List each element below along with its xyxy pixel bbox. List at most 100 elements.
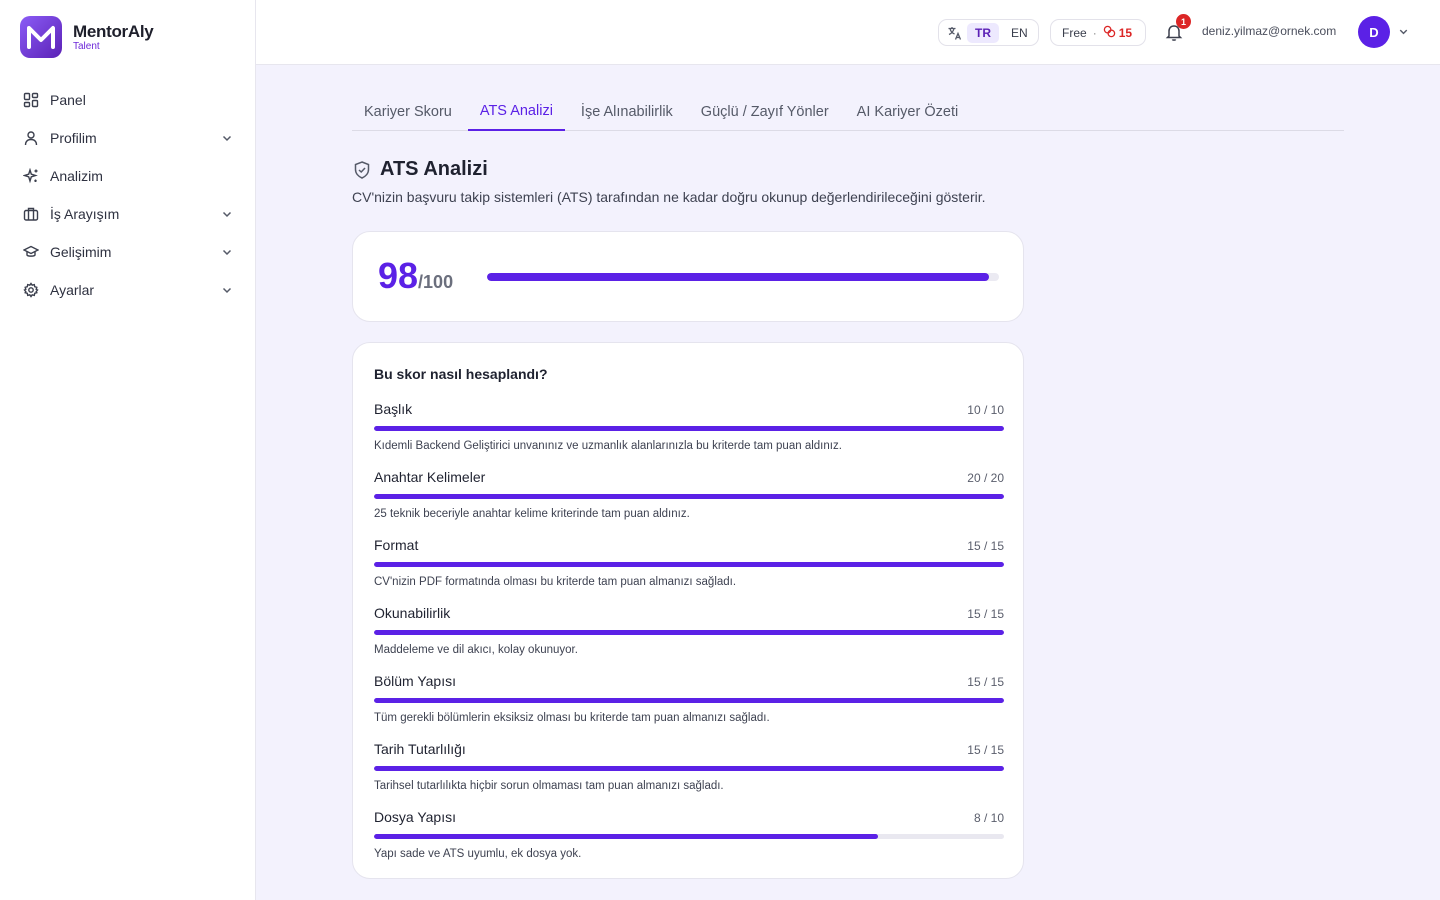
criterion-description: Tarihsel tutarlılıkta hiçbir sorun olmam… <box>374 780 724 792</box>
score-progress-bar <box>487 273 999 281</box>
criterion-progress-bar <box>374 698 1004 703</box>
chevron-down-icon[interactable] <box>1397 25 1410 38</box>
plan-label: Free <box>1062 25 1087 40</box>
criterion-score: 15 / 15 <box>967 607 1004 621</box>
tab-guclu-zayif-yonler[interactable]: Güçlü / Zayıf Yönler <box>689 92 841 131</box>
grid-icon <box>22 91 40 109</box>
score-max: /100 <box>418 272 454 292</box>
tab-ats-analizi[interactable]: ATS Analizi <box>467 92 565 131</box>
criterion-item: Format 15 / 15 CV'nizin PDF formatında ol… <box>374 537 1004 588</box>
criterion-score: 15 / 15 <box>967 743 1004 757</box>
credits-icon <box>1103 25 1116 41</box>
lang-en-button[interactable]: EN <box>1003 23 1036 43</box>
plan-badge[interactable]: Free · 15 <box>1050 19 1146 46</box>
ats-score: 98/100 <box>378 255 453 297</box>
page-title-row: ATS Analizi <box>352 158 488 181</box>
criterion-progress-fill <box>374 426 1004 431</box>
page-subtitle: CV'nizin başvuru takip sistemleri (ATS) … <box>352 189 986 205</box>
sidebar-item-is-arayisim[interactable]: İş Arayışım <box>12 195 244 233</box>
chevron-down-icon <box>220 131 234 145</box>
lang-tr-button[interactable]: TR <box>967 22 999 43</box>
criterion-description: Kıdemli Backend Geliştirici unvanınız ve… <box>374 440 842 452</box>
plan-separator: · <box>1092 25 1097 40</box>
criterion-progress-bar <box>374 426 1004 431</box>
criterion-progress-fill <box>374 494 1004 499</box>
criterion-score: 20 / 20 <box>967 471 1004 485</box>
sidebar-item-label: Profilim <box>50 130 97 146</box>
criterion-progress-fill <box>374 834 878 839</box>
score-breakdown-card: Bu skor nasıl hesaplandı? Başlık 10 / 10 … <box>352 342 1024 879</box>
criterion-item: Okunabilirlik 15 / 15 Maddeleme ve dil ak… <box>374 605 1004 656</box>
graduation-cap-icon <box>22 243 40 261</box>
criterion-name: Başlık <box>374 401 413 417</box>
page-title: ATS Analizi <box>380 158 488 180</box>
criterion-item: Dosya Yapısı 8 / 10 Yapı sade ve ATS uyum… <box>374 809 1004 860</box>
sidebar-item-gelisimim[interactable]: Gelişimim <box>12 233 244 271</box>
notification-badge: 1 <box>1176 14 1191 29</box>
user-email[interactable]: deniz.yilmaz@ornek.com <box>1202 24 1336 38</box>
criterion-name: Dosya Yapısı <box>374 809 456 825</box>
criterion-progress-fill <box>374 698 1004 703</box>
sidebar-item-label: Panel <box>50 92 86 108</box>
language-switcher: TR EN <box>938 19 1039 46</box>
criterion-description: Maddeleme ve dil akıcı, kolay okunuyor. <box>374 644 578 656</box>
criterion-name: Anahtar Kelimeler <box>374 469 486 485</box>
sidebar: MentorAly Talent Panel Profilim Analizim <box>0 0 256 900</box>
credits-count: 15 <box>1118 25 1133 40</box>
avatar[interactable]: D <box>1358 16 1390 48</box>
sidebar-item-panel[interactable]: Panel <box>12 81 244 119</box>
criterion-description: Yapı sade ve ATS uyumlu, ek dosya yok. <box>374 848 582 860</box>
criterion-progress-bar <box>374 494 1004 499</box>
logo-icon <box>20 16 62 58</box>
criterion-description: CV'nizin PDF formatında olması bu kriter… <box>374 576 737 588</box>
criterion-progress-bar <box>374 630 1004 635</box>
sidebar-item-ayarlar[interactable]: Ayarlar <box>12 271 244 309</box>
gear-icon <box>22 281 40 299</box>
criterion-progress-fill <box>374 630 1004 635</box>
chevron-down-icon <box>220 207 234 221</box>
criterion-name: Okunabilirlik <box>374 605 451 621</box>
sidebar-item-analizim[interactable]: Analizim <box>12 157 244 195</box>
score-value: 98 <box>378 255 419 296</box>
sidebar-item-label: Gelişimim <box>50 244 112 260</box>
chevron-down-icon <box>220 283 234 297</box>
criterion-score: 10 / 10 <box>967 403 1004 417</box>
score-progress-fill <box>487 273 989 281</box>
sidebar-item-label: İş Arayışım <box>50 206 120 222</box>
criterion-description: Tüm gerekli bölümlerin eksiksiz olması b… <box>374 712 770 724</box>
brand-name: MentorAly <box>73 21 154 41</box>
criterion-score: 15 / 15 <box>967 539 1004 553</box>
breakdown-title: Bu skor nasıl hesaplandı? <box>374 366 548 382</box>
translate-icon <box>947 25 963 41</box>
criterion-name: Tarih Tutarlılığı <box>374 741 466 757</box>
tab-ise-alinabilirlik[interactable]: İşe Alınabilirlik <box>569 92 685 131</box>
sidebar-nav: Panel Profilim Analizim İş Arayışım Geli… <box>12 81 244 309</box>
criterion-score: 8 / 10 <box>973 811 1004 825</box>
criterion-item: Bölüm Yapısı 15 / 15 Tüm gerekli bölümler… <box>374 673 1004 724</box>
criterion-progress-fill <box>374 766 1004 771</box>
tab-kariyer-skoru[interactable]: Kariyer Skoru <box>352 92 464 131</box>
sidebar-item-profilim[interactable]: Profilim <box>12 119 244 157</box>
criterion-description: 25 teknik beceriyle anahtar kelime krite… <box>374 508 690 520</box>
sidebar-item-label: Analizim <box>50 168 103 184</box>
criterion-item: Tarih Tutarlılığı 15 / 15 Tarihsel tutarl… <box>374 741 1004 792</box>
chevron-down-icon <box>220 245 234 259</box>
criterion-progress-fill <box>374 562 1004 567</box>
user-icon <box>22 129 40 147</box>
criterion-item: Başlık 10 / 10 Kıdemli Backend Geliştiric… <box>374 401 1004 452</box>
criterion-score: 15 / 15 <box>967 675 1004 689</box>
sparkle-icon <box>22 167 40 185</box>
brand[interactable]: MentorAly Talent <box>20 16 154 58</box>
criterion-item: Anahtar Kelimeler 20 / 20 25 teknik becer… <box>374 469 1004 520</box>
analysis-tabs: Kariyer Skoru ATS Analizi İşe Alınabilir… <box>352 92 1344 131</box>
criterion-progress-bar <box>374 562 1004 567</box>
tab-ai-kariyer-ozeti[interactable]: AI Kariyer Özeti <box>845 92 971 131</box>
criterion-progress-bar <box>374 834 1004 839</box>
top-header: TR EN Free · 15 1 deniz.yilmaz@ornek.com… <box>256 0 1440 65</box>
criterion-name: Bölüm Yapısı <box>374 673 456 689</box>
briefcase-icon <box>22 205 40 223</box>
sidebar-item-label: Ayarlar <box>50 282 95 298</box>
brand-sub: Talent <box>73 40 100 52</box>
criterion-progress-bar <box>374 766 1004 771</box>
shield-check-icon <box>352 160 372 180</box>
